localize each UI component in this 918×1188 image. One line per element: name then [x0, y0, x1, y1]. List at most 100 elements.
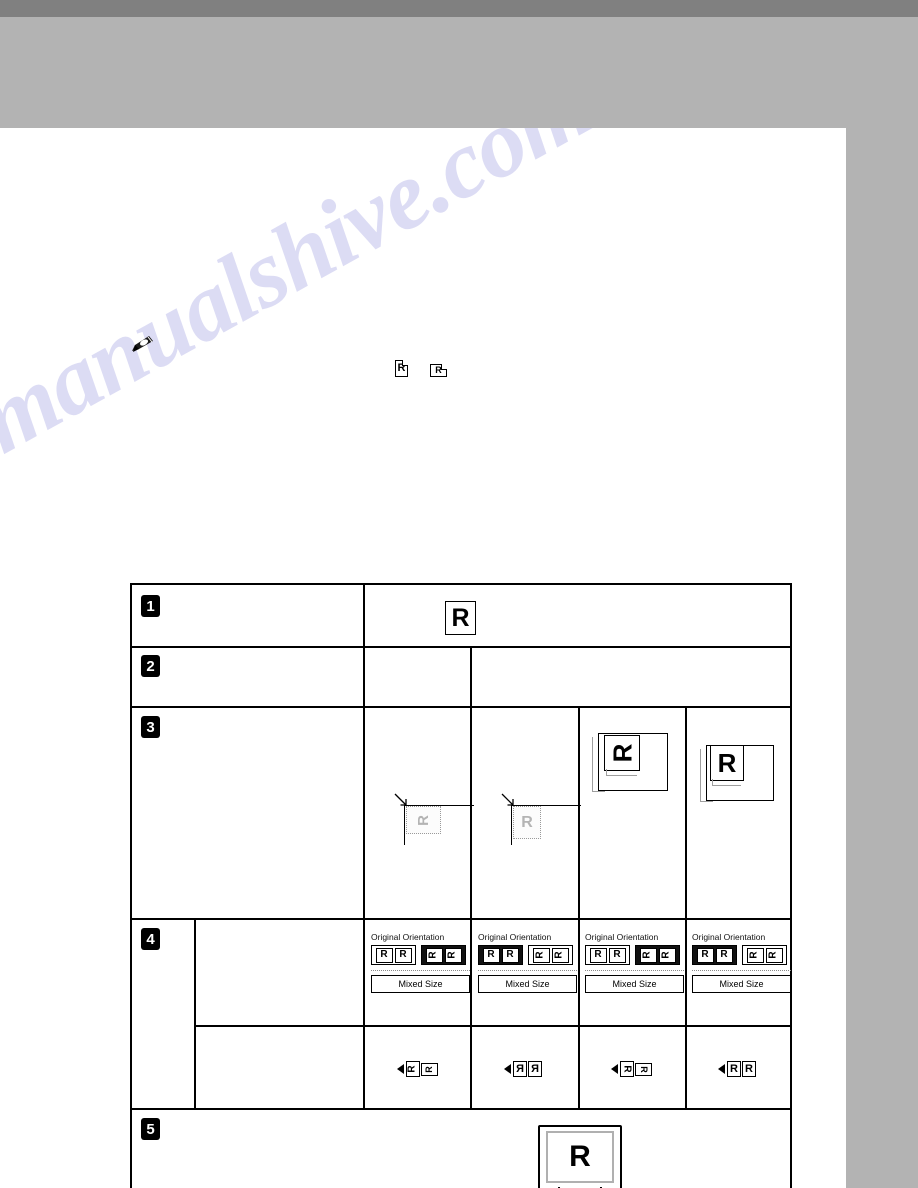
feed-page-1: R — [620, 1061, 634, 1077]
r-glyph: R — [406, 1065, 418, 1073]
mixed-size-button[interactable]: Mixed Size — [478, 975, 577, 993]
orientation-landscape-button[interactable]: R R — [528, 945, 573, 965]
portrait-preview-right: R — [715, 947, 733, 963]
r-glyph: R — [767, 951, 779, 959]
note-inline-icons: R R — [395, 360, 447, 377]
r-glyph: R — [399, 949, 407, 960]
portrait-preview-right: R — [394, 947, 412, 963]
ghost-original-page: R — [406, 806, 441, 834]
original-sheet: R — [604, 735, 640, 771]
panel-divider — [692, 970, 791, 971]
mixed-size-button[interactable]: Mixed Size — [585, 975, 684, 993]
mixed-size-button[interactable]: Mixed Size — [371, 975, 470, 993]
feeder-placement-diagram-2: R — [698, 745, 794, 825]
ghost-r-glyph: R — [521, 813, 533, 831]
portrait-preview-left: R — [482, 947, 500, 963]
original-orientation-label: Original Orientation — [692, 932, 766, 942]
feed-arrow-icon — [611, 1064, 618, 1074]
landscape-preview-right: R — [658, 947, 676, 963]
orientation-landscape-button[interactable]: R R — [421, 945, 466, 965]
scan-gray-band — [0, 17, 918, 128]
row-badge-4: 4 — [141, 928, 160, 950]
feed-page-1: R — [513, 1061, 527, 1077]
feed-direction-indicator-2: R R — [504, 1061, 542, 1077]
feeder-placement-diagram-1: R — [590, 733, 686, 813]
r-glyph: R — [506, 949, 514, 960]
landscape-preview-left: R — [746, 947, 764, 963]
portrait-preview-right: R — [501, 947, 519, 963]
r-glyph: R — [748, 951, 760, 959]
row-divider-2 — [132, 706, 790, 708]
r-glyph: R — [639, 1065, 649, 1073]
r-glyph: R — [446, 951, 458, 959]
orientation-portrait-button[interactable]: R R — [585, 945, 630, 965]
orientation-portrait-button[interactable]: R R — [478, 945, 523, 965]
orientation-portrait-button[interactable]: R R — [692, 945, 737, 965]
panel-divider — [371, 970, 470, 971]
panel-divider — [585, 970, 684, 971]
original-orientation-label: Original Orientation — [478, 932, 552, 942]
r-glyph: R — [720, 949, 728, 960]
portrait-preview-left: R — [375, 947, 393, 963]
r-glyph: R — [531, 1062, 539, 1075]
portrait-preview-left: R — [589, 947, 607, 963]
original-orientation-label: Original Orientation — [371, 932, 445, 942]
row-badge-2: 2 — [141, 655, 160, 677]
control-panel-1: Original Orientation R R R R Mixed Size — [371, 932, 470, 993]
r-glyph: R — [730, 1062, 738, 1075]
top-dark-strip — [0, 0, 918, 17]
mixed-size-button[interactable]: Mixed Size — [692, 975, 791, 993]
row-divider-4 — [132, 1108, 790, 1110]
portrait-preview-left: R — [696, 947, 714, 963]
portrait-preview-right: R — [608, 947, 626, 963]
ghost-original-page: R — [513, 806, 541, 839]
r-glyph: R — [613, 949, 621, 960]
feed-page-1: R — [727, 1061, 741, 1077]
col-divider-main — [363, 585, 365, 918]
note-block: R R — [130, 330, 730, 390]
control-panel-2: Original Orientation R R R R Mixed Size — [478, 932, 577, 993]
glass-placement-diagram-1: R — [378, 753, 474, 845]
orientation-button-group: R R R R — [692, 945, 791, 965]
r-glyph: R — [553, 951, 565, 959]
control-panel-4: Original Orientation R R R R Mixed Size — [692, 932, 791, 993]
orientation-landscape-button[interactable]: R R — [742, 945, 787, 965]
feed-direction-indicator-4: R R — [718, 1061, 756, 1077]
landscape-preview-left: R — [639, 947, 657, 963]
row-badge-5: 5 — [141, 1118, 160, 1140]
feed-page-2: R — [635, 1062, 652, 1076]
original-sheet: R — [710, 745, 744, 781]
orientation-button-group: R R R R — [585, 945, 684, 965]
landscape-preview-right: R — [765, 947, 783, 963]
orientation-portrait-button[interactable]: R R — [371, 945, 416, 965]
row-divider-1 — [132, 646, 790, 648]
landscape-page-icon: R — [430, 364, 447, 377]
pencil-note-icon — [132, 336, 153, 352]
portrait-page-icon: R — [395, 360, 408, 377]
r-glyph: R — [660, 951, 672, 959]
r-glyph: R — [451, 603, 470, 632]
glass-placement-diagram-2: R — [485, 753, 581, 845]
feed-page-1: R — [406, 1061, 420, 1077]
watermark: manualshive.com — [0, 128, 609, 474]
sheet-shadow — [606, 769, 637, 776]
row2-divider — [470, 646, 472, 706]
ghost-r-glyph: R — [415, 814, 432, 826]
row-divider-3 — [132, 918, 790, 920]
feed-arrow-icon — [718, 1064, 725, 1074]
control-panel-3: Original Orientation R R R R Mixed Size — [585, 932, 684, 993]
dogear — [441, 364, 447, 370]
r-glyph: R — [621, 1065, 633, 1073]
orientation-landscape-button[interactable]: R R — [635, 945, 680, 965]
feed-direction-indicator-3: R R — [611, 1061, 652, 1077]
landscape-preview-left: R — [532, 947, 550, 963]
col-divider-main-b — [363, 918, 365, 1108]
orientation-button-group: R R R R — [371, 945, 470, 965]
sheet-r-glyph: R — [607, 743, 637, 763]
r-glyph: R — [641, 951, 653, 959]
screen-r-glyph: R — [569, 1140, 591, 1173]
computer-monitor-illustration: R — [524, 1125, 632, 1188]
r-glyph: R — [701, 949, 709, 960]
feed-page-2: R — [742, 1061, 756, 1077]
feed-page-2: R — [421, 1062, 438, 1076]
